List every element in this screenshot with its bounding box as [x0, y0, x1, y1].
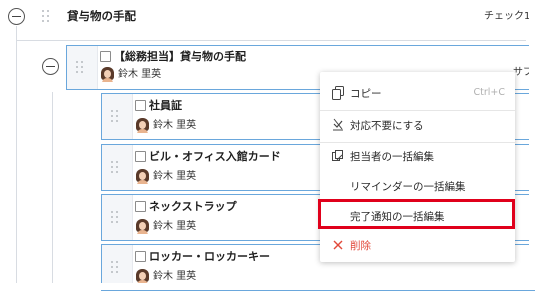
tree-line-vertical-child [52, 92, 53, 286]
menu-item-bulk-edit-reminder[interactable]: リマインダーの一括編集 [320, 171, 515, 199]
context-menu: コピー Ctrl+C 対応不要にする 担当者の一括編集 リマインダーの一括編集 … [320, 72, 515, 262]
close-icon [332, 237, 344, 251]
task-title[interactable]: 社員証 [149, 100, 182, 111]
menu-item-label: 削除 [350, 240, 371, 252]
task-checkbox[interactable] [135, 100, 146, 111]
drag-handle[interactable] [102, 145, 133, 190]
task-title[interactable]: ネックストラップ [149, 201, 237, 212]
menu-item-label: コピー [350, 88, 382, 100]
drag-handle[interactable] [67, 46, 98, 89]
assignee-name: 鈴木 里英 [153, 271, 197, 282]
drag-handle[interactable] [102, 195, 133, 240]
drag-handle-icon[interactable] [76, 61, 86, 75]
drag-handle-icon[interactable] [111, 110, 121, 124]
drag-handle-icon[interactable] [111, 161, 121, 175]
collapse-button[interactable] [42, 58, 59, 75]
menu-item-label: 対応不要にする [350, 120, 424, 132]
drag-handle-icon[interactable] [42, 10, 52, 24]
menu-item-label: リマインダーの一括編集 [350, 181, 466, 193]
copy-icon [332, 85, 344, 100]
task-checkbox[interactable] [135, 251, 146, 262]
task-title[interactable]: ロッカー・ロッカーキー [149, 251, 270, 262]
header-right-label: チェック1 [484, 11, 531, 22]
menu-item-shortcut: Ctrl+C [473, 87, 506, 98]
task-checkbox[interactable] [135, 201, 146, 212]
avatar [136, 169, 149, 184]
menu-item-bulk-edit-assignee[interactable]: 担当者の一括編集 [320, 141, 515, 169]
tree-line-vertical [16, 26, 17, 286]
task-title[interactable]: 【総務担当】貸与物の手配 [114, 51, 246, 62]
not-required-icon [332, 117, 344, 131]
tree-line-horizontal [16, 40, 526, 41]
menu-item-copy[interactable]: コピー Ctrl+C [320, 78, 515, 106]
avatar [136, 269, 149, 284]
assignee-name: 鈴木 里英 [118, 69, 162, 80]
task-tree-panel: 貸与物の手配 チェック1 【総務担当】貸与物の手配 鈴木 里英 サブ 社員証 鈴… [0, 0, 535, 291]
highlight-box [318, 199, 515, 229]
bottom-edge [0, 283, 535, 290]
assignee-name: 鈴木 里英 [153, 120, 197, 131]
task-title[interactable]: ビル・オフィス入館カード [149, 151, 281, 162]
avatar [101, 67, 114, 82]
avatar [136, 118, 149, 133]
task-checkbox[interactable] [135, 151, 146, 162]
drag-handle[interactable] [102, 94, 133, 139]
task-checkbox[interactable] [100, 51, 111, 62]
collapse-button[interactable] [8, 8, 25, 25]
section-title: 貸与物の手配 [67, 9, 136, 23]
bulk-edit-assignee-icon [332, 148, 344, 162]
right-edge [529, 0, 535, 290]
assignee-name: 鈴木 里英 [153, 171, 197, 182]
menu-item-delete[interactable]: 削除 [320, 230, 515, 258]
menu-item-label: 担当者の一括編集 [350, 151, 434, 163]
drag-handle-icon[interactable] [111, 261, 121, 275]
menu-item-not-required[interactable]: 対応不要にする [320, 110, 515, 138]
drag-handle-icon[interactable] [111, 211, 121, 225]
assignee-name: 鈴木 里英 [153, 221, 197, 232]
avatar [136, 219, 149, 234]
